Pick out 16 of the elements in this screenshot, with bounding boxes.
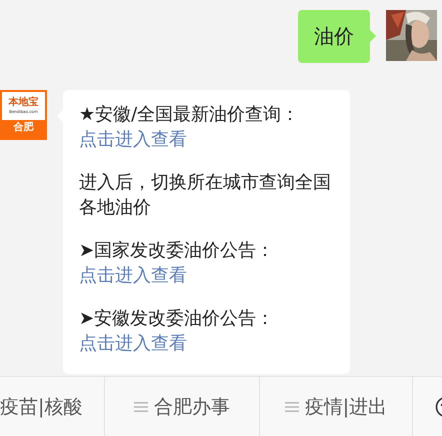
message-bubble: 油价 <box>298 10 370 63</box>
message-paragraph: 进入后，切换所在城市查询全国各地油价 <box>79 171 332 220</box>
menu-button[interactable]: 疫情|进出 <box>260 377 413 436</box>
menu-button[interactable]: 疫苗|核酸 <box>0 377 105 436</box>
message-paragraph: ➤安徽发改委油价公告： 点击进入查看 <box>79 307 276 356</box>
message-paragraph: ➤国家发改委油价公告： 点击进入查看 <box>79 239 276 288</box>
menu-icon <box>284 402 299 412</box>
menu-button[interactable]: 合肥办事 <box>105 377 260 436</box>
logo-city: 合肥 <box>14 120 34 135</box>
menu-icon <box>134 402 148 412</box>
link[interactable]: 点击进入查看 <box>79 129 187 150</box>
message-paragraph: ★安徽/全国最新油价查询： 点击进入查看 <box>79 103 300 152</box>
logo-text: 本地宝 <box>8 97 38 109</box>
bubble-tail <box>370 30 376 42</box>
link[interactable]: 点击进入查看 <box>79 265 187 286</box>
link[interactable]: 点击进入查看 <box>79 333 187 354</box>
